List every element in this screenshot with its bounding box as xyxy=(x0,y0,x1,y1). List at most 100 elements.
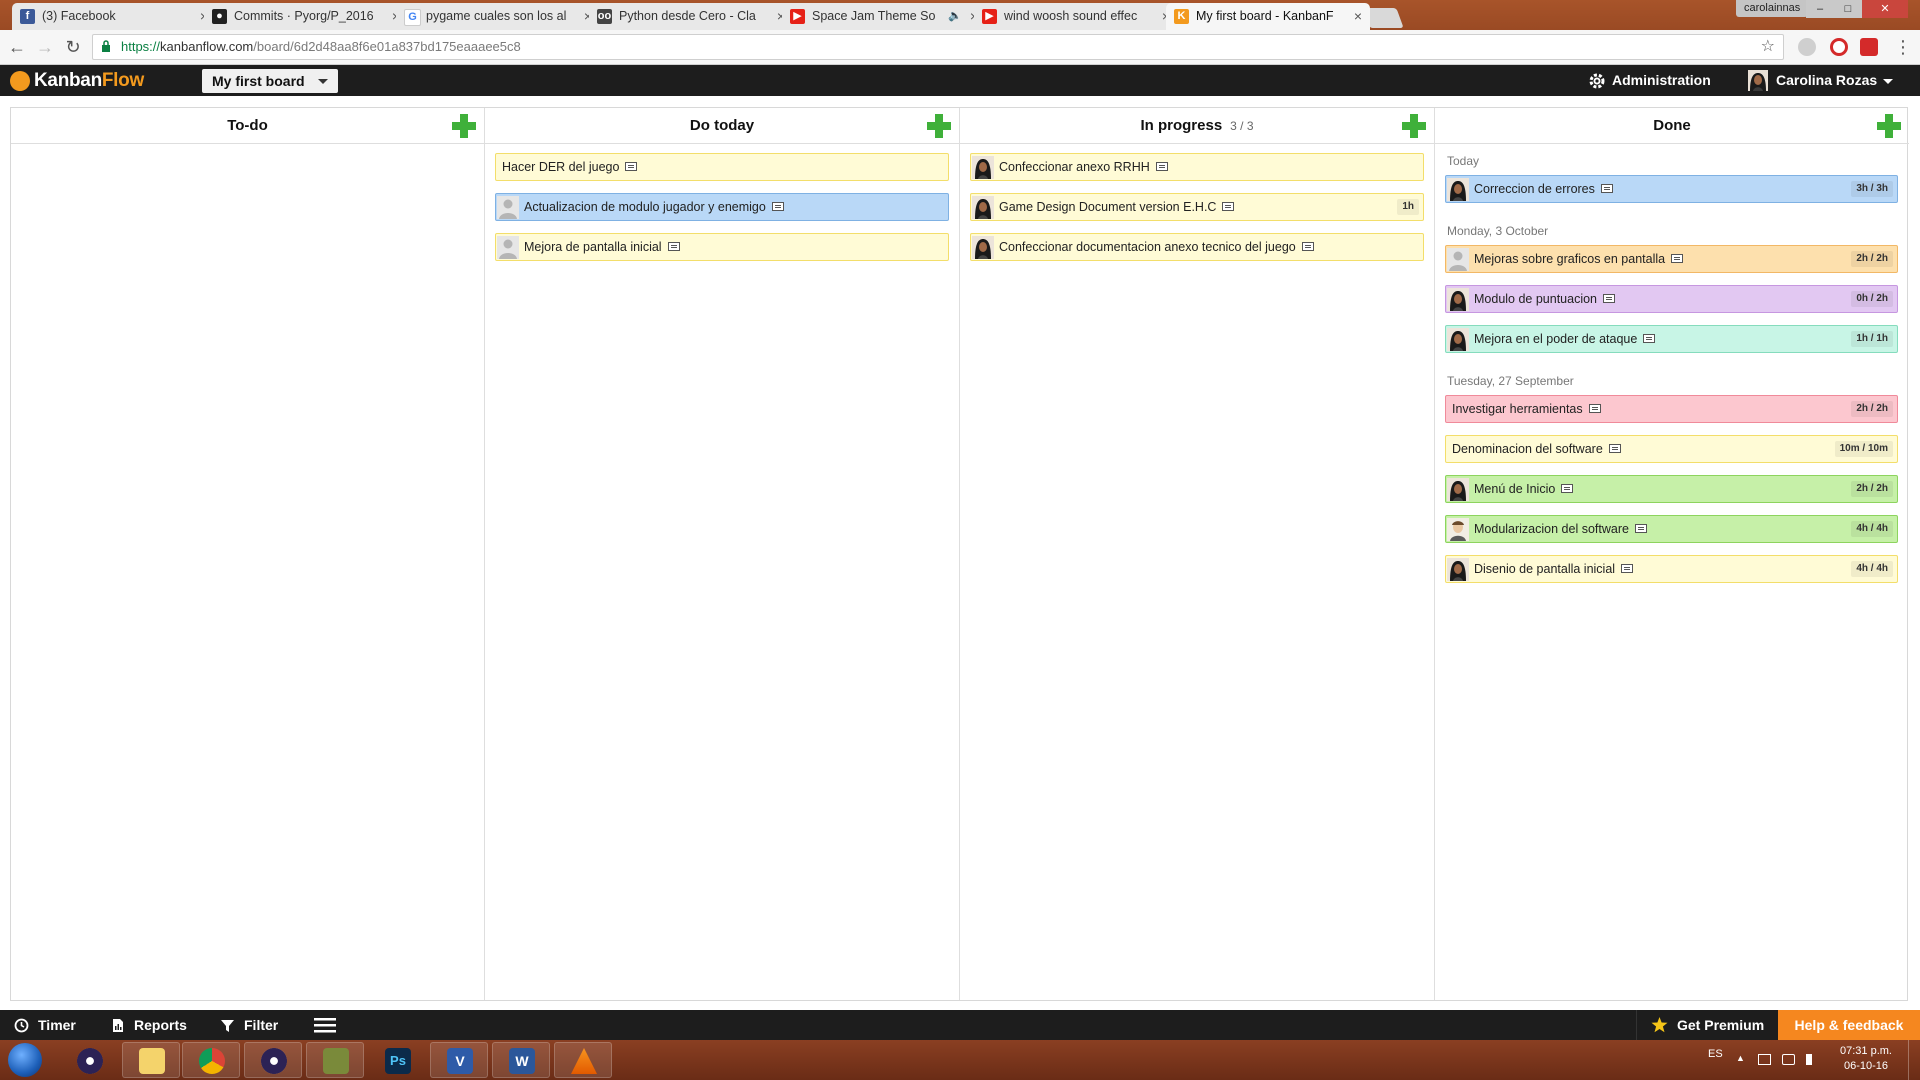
task-card[interactable]: Modularizacion del software 4h / 4h xyxy=(1445,515,1898,543)
avatar xyxy=(1447,328,1469,351)
add-task-icon[interactable] xyxy=(452,114,476,138)
browser-tab[interactable]: oo Python desde Cero - Cla × xyxy=(589,3,793,30)
user-menu[interactable]: Carolina Rozas xyxy=(1748,65,1894,96)
browser-tab[interactable]: K My first board - KanbanF × xyxy=(1166,3,1370,30)
description-icon xyxy=(1621,564,1634,574)
file-explorer-taskbar-icon[interactable] xyxy=(122,1042,180,1078)
opera-extension-icon[interactable] xyxy=(1830,38,1848,56)
browser-tab-title: pygame cuales son los al xyxy=(426,9,567,23)
task-title-text: Investigar herramientas xyxy=(1452,402,1583,416)
photoshop-taskbar-icon[interactable]: Ps xyxy=(368,1042,426,1078)
eclipse-2-taskbar-icon[interactable] xyxy=(244,1042,302,1078)
browser-tab[interactable]: ▶Space Jam Theme So🔈× xyxy=(782,3,986,30)
task-card[interactable]: Mejora en el poder de ataque 1h / 1h xyxy=(1445,325,1898,353)
browser-tab[interactable]: f(3) Facebook× xyxy=(12,3,216,30)
lock-icon xyxy=(102,40,110,52)
eclipse-taskbar-icon[interactable] xyxy=(60,1042,118,1078)
forward-icon[interactable]: → xyxy=(34,36,56,58)
description-icon xyxy=(1600,184,1613,194)
column-title: Do today xyxy=(689,117,755,134)
browser-tab[interactable]: ●Commits · Pyorg/P_2016× xyxy=(204,3,408,30)
task-card[interactable]: Confeccionar anexo RRHH xyxy=(970,153,1424,181)
description-icon xyxy=(771,202,784,212)
help-feedback-button[interactable]: Help & feedback xyxy=(1778,1010,1920,1040)
youtube-extension-icon[interactable] xyxy=(1860,38,1878,56)
maximize-icon[interactable]: □ xyxy=(1834,0,1862,18)
back-icon[interactable]: ← xyxy=(6,36,28,58)
visio-taskbar-icon[interactable]: V xyxy=(430,1042,488,1078)
language-indicator[interactable]: ES xyxy=(1708,1048,1723,1060)
windows-start-icon[interactable] xyxy=(8,1043,42,1077)
add-task-icon[interactable] xyxy=(1877,114,1901,138)
avatar xyxy=(1447,518,1469,541)
google-icon: G xyxy=(404,9,421,26)
speaker-icon[interactable]: 🔈 xyxy=(948,3,962,30)
report-icon xyxy=(113,1019,123,1032)
timer-button[interactable]: Timer xyxy=(14,1010,76,1040)
administration-link[interactable]: Administration xyxy=(1588,65,1711,96)
browser-tab[interactable]: ▶wind woosh sound effec× xyxy=(974,3,1178,30)
description-icon xyxy=(1301,242,1314,252)
reload-icon[interactable]: ↻ xyxy=(62,36,84,58)
filter-button[interactable]: Filter xyxy=(220,1010,278,1040)
cloud-extension-icon[interactable] xyxy=(1798,38,1816,56)
column-done: Done Today Correccion de errores 3h / 3h Mon… xyxy=(1435,108,1909,1000)
browser-tab[interactable]: Gpygame cuales son los al × xyxy=(396,3,600,30)
get-premium-button[interactable]: Get Premium xyxy=(1636,1010,1779,1040)
time-estimate: 1h xyxy=(1397,199,1419,215)
task-card[interactable]: Correccion de errores 3h / 3h xyxy=(1445,175,1898,203)
task-card[interactable]: Hacer DER del juego xyxy=(495,153,949,181)
task-title-text: Modularizacion del software xyxy=(1474,522,1629,536)
minimize-icon[interactable]: – xyxy=(1806,0,1834,18)
task-card[interactable]: Game Design Document version E.H.C 1h xyxy=(970,193,1424,221)
task-card[interactable]: Mejora de pantalla inicial xyxy=(495,233,949,261)
task-card[interactable]: Investigar herramientas 2h / 2h xyxy=(1445,395,1898,423)
board-selector[interactable]: My first board xyxy=(202,69,338,93)
description-icon xyxy=(1561,484,1574,494)
vlc-taskbar-icon[interactable] xyxy=(554,1042,612,1078)
avatar xyxy=(972,196,994,219)
description-icon xyxy=(667,242,680,252)
task-title: Modulo de puntuacion xyxy=(1474,286,1616,312)
bookmark-star-icon[interactable]: ☆ xyxy=(1761,35,1775,59)
network-tray-icon[interactable] xyxy=(1782,1054,1795,1065)
column-title: To-do xyxy=(227,117,268,134)
task-card[interactable]: Mejoras sobre graficos en pantalla 2h / 2… xyxy=(1445,245,1898,273)
chevron-down-icon xyxy=(1883,79,1894,84)
task-card[interactable]: Denominacion del software 10m / 10m xyxy=(1445,435,1898,463)
chrome-taskbar-icon[interactable] xyxy=(182,1042,240,1078)
task-title-text: Game Design Document version E.H.C xyxy=(999,200,1217,214)
url-input[interactable]: https://kanbanflow.com/board/6d2d48aa8f6… xyxy=(92,34,1784,60)
time-estimate: 10m / 10m xyxy=(1834,441,1893,457)
sync-tray-icon[interactable] xyxy=(1758,1054,1771,1065)
column-title: In progress xyxy=(1140,117,1223,134)
word-taskbar-icon[interactable]: W xyxy=(492,1042,550,1078)
task-card[interactable]: Disenio de pantalla inicial 4h / 4h xyxy=(1445,555,1898,583)
window-close-icon[interactable]: ✕ xyxy=(1862,0,1908,18)
avatar xyxy=(1447,478,1469,501)
kanban-board: To-do Do today Hacer DER del juego Actualiz… xyxy=(10,107,1909,1001)
task-card[interactable]: Actualizacion de modulo jugador y enemig… xyxy=(495,193,949,221)
system-clock[interactable]: 07:31 p.m. 06-10-16 xyxy=(1830,1044,1902,1074)
show-desktop-button[interactable] xyxy=(1908,1040,1920,1080)
task-card[interactable]: Modulo de puntuacion 0h / 2h xyxy=(1445,285,1898,313)
task-title-text: Menú de Inicio xyxy=(1474,482,1556,496)
hamburger-menu-icon[interactable] xyxy=(314,1017,336,1033)
tray-expand-icon[interactable]: ▲ xyxy=(1736,1053,1749,1064)
add-task-icon[interactable] xyxy=(1402,114,1426,138)
youtube-icon: ▶ xyxy=(982,9,997,24)
add-task-icon[interactable] xyxy=(927,114,951,138)
chrome-menu-icon[interactable]: ⋮ xyxy=(1892,36,1914,58)
volume-tray-icon[interactable] xyxy=(1806,1054,1819,1065)
facebook-icon: f xyxy=(20,9,35,24)
task-card[interactable]: Confeccionar documentacion anexo tecnico… xyxy=(970,233,1424,261)
close-tab-icon[interactable]: × xyxy=(1354,3,1362,30)
task-card[interactable]: Menú de Inicio 2h / 2h xyxy=(1445,475,1898,503)
gimp-taskbar-icon[interactable] xyxy=(306,1042,364,1078)
task-title: Actualizacion de modulo jugador y enemig… xyxy=(524,194,784,220)
description-icon xyxy=(1603,294,1616,304)
reports-button[interactable]: Reports xyxy=(110,1010,187,1040)
date-group-label: Monday, 3 October xyxy=(1447,224,1549,238)
wip-limit: 3 / 3 xyxy=(1230,119,1254,133)
time-estimate: 2h / 2h xyxy=(1851,251,1893,267)
